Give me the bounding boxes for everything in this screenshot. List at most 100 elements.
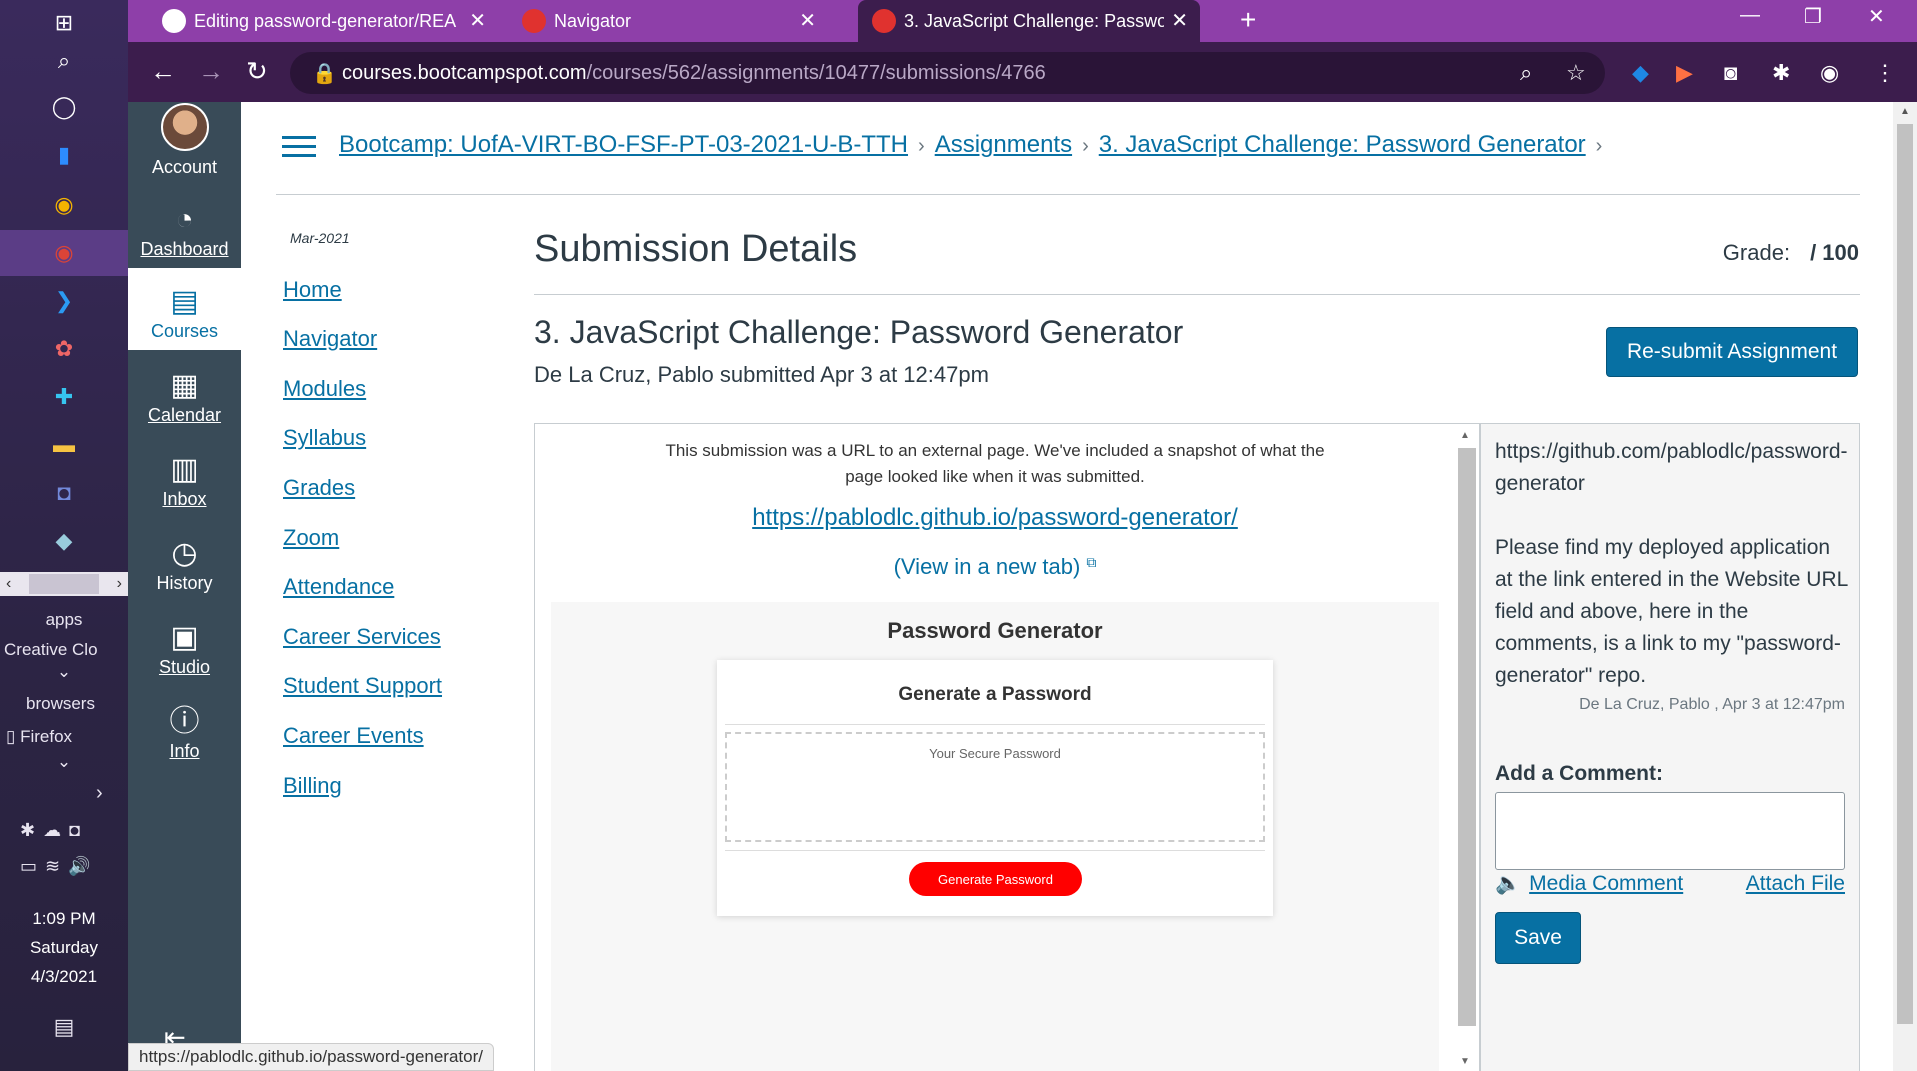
- taskbar-scrollbar[interactable]: ‹ ›: [0, 572, 128, 596]
- discord-icon[interactable]: ◘: [0, 470, 128, 516]
- taskbar-clock[interactable]: 1:09 PM Saturday 4/3/2021: [0, 904, 128, 991]
- submission-preview: This submission was a URL to an external…: [534, 423, 1480, 1071]
- close-icon[interactable]: ✕: [469, 8, 486, 33]
- course-nav-career-events[interactable]: Career Events: [283, 723, 424, 749]
- breadcrumb-course[interactable]: Bootcamp: UofA-VIRT-BO-FSF-PT-03-2021-U-…: [339, 131, 908, 158]
- canvas-icon: [872, 9, 896, 33]
- extension-gem-icon[interactable]: ◆: [1632, 60, 1649, 86]
- scroll-thumb[interactable]: [29, 574, 99, 594]
- scroll-up-icon[interactable]: ▲: [1460, 430, 1470, 441]
- cortana-icon[interactable]: ◯: [0, 84, 128, 130]
- search-icon[interactable]: ⌕: [0, 38, 128, 84]
- chrome-active-icon[interactable]: ◉: [0, 230, 128, 276]
- chevron-down-icon[interactable]: ⌄: [0, 752, 128, 772]
- tab-label: Navigator: [554, 10, 632, 31]
- global-nav-courses[interactable]: ▤ Courses: [128, 268, 241, 350]
- save-comment-button[interactable]: Save: [1495, 912, 1581, 964]
- chrome-icon[interactable]: ◉: [0, 182, 128, 228]
- close-icon[interactable]: ✕: [1171, 8, 1188, 33]
- new-tab-row: (View in a new tab) ⧉: [535, 554, 1455, 580]
- slack-icon[interactable]: ✚: [0, 374, 128, 420]
- course-nav-modules[interactable]: Modules: [283, 376, 366, 402]
- chevron-right-icon: ›: [1082, 135, 1089, 157]
- tab-active-assignment[interactable]: 3. JavaScript Challenge: Passwor ✕: [858, 0, 1200, 42]
- resubmit-button[interactable]: Re-submit Assignment: [1606, 327, 1858, 377]
- app-icon-blue[interactable]: ▮: [0, 132, 128, 178]
- extensions-puzzle-icon[interactable]: ✱: [1772, 60, 1790, 86]
- firefox-item[interactable]: ▯ Firefox: [6, 727, 134, 747]
- extension-video-icon[interactable]: ▶: [1676, 60, 1693, 86]
- page-scrollbar[interactable]: ▲: [1893, 102, 1917, 1071]
- notifications-icon[interactable]: ▤: [0, 1014, 128, 1040]
- breadcrumb-assignments[interactable]: Assignments: [935, 131, 1072, 158]
- course-nav-student-support[interactable]: Student Support: [283, 673, 442, 699]
- course-nav-grades[interactable]: Grades: [283, 475, 355, 501]
- restore-icon[interactable]: ❐: [1804, 4, 1822, 29]
- chevron-down-icon[interactable]: ⌄: [0, 662, 128, 682]
- back-icon[interactable]: ←: [150, 56, 176, 87]
- menu-kebab-icon[interactable]: ⋮: [1874, 60, 1896, 86]
- speaker-icon: 🔈: [1495, 872, 1522, 895]
- course-menu-toggle[interactable]: [282, 136, 316, 158]
- view-new-tab-link[interactable]: (View in a new tab): [894, 554, 1081, 579]
- preview-scrollbar[interactable]: ▲ ▼: [1456, 430, 1478, 1071]
- media-comment-link[interactable]: Media Comment: [1529, 872, 1683, 895]
- password-textarea[interactable]: Your Secure Password: [725, 732, 1265, 842]
- scroll-down-icon[interactable]: ▼: [1460, 1056, 1470, 1067]
- profile-avatar-icon[interactable]: ◉: [1820, 60, 1839, 86]
- new-tab-icon[interactable]: +: [1240, 4, 1256, 36]
- course-nav-career-services[interactable]: Career Services: [283, 624, 441, 650]
- password-placeholder: Your Secure Password: [929, 746, 1061, 761]
- global-nav-studio[interactable]: ▣ Studio: [128, 604, 241, 686]
- scroll-left-icon[interactable]: ‹: [6, 575, 11, 593]
- course-nav-home[interactable]: Home: [283, 277, 342, 303]
- app-icon-pink[interactable]: ✿: [0, 326, 128, 372]
- global-nav-info[interactable]: ⓘ Info: [128, 688, 241, 770]
- submission-url-link[interactable]: https://pablodlc.github.io/password-gene…: [752, 504, 1238, 531]
- zoom-icon[interactable]: ⌕: [1520, 60, 1532, 86]
- file-explorer-icon[interactable]: ▬: [0, 422, 128, 468]
- lock-icon[interactable]: 🔒: [312, 61, 337, 86]
- bookmark-star-icon[interactable]: ☆: [1566, 60, 1586, 86]
- attach-file-link[interactable]: Attach File: [1746, 872, 1845, 896]
- tab-navigator[interactable]: Navigator ✕: [508, 0, 828, 42]
- course-term: Mar-2021: [290, 230, 350, 246]
- reload-icon[interactable]: ↻: [246, 56, 268, 87]
- course-nav-navigator[interactable]: Navigator: [283, 326, 377, 352]
- course-nav-zoom[interactable]: Zoom: [283, 525, 339, 551]
- assignment-title: 3. JavaScript Challenge: Password Genera…: [534, 314, 1184, 350]
- url-text[interactable]: courses.bootcampspot.com/courses/562/ass…: [342, 62, 1046, 85]
- course-nav-attendance[interactable]: Attendance: [283, 574, 394, 600]
- app-icon-light[interactable]: ◆: [0, 518, 128, 564]
- global-nav-dashboard[interactable]: ◔ Dashboard: [128, 186, 241, 268]
- forward-icon[interactable]: →: [198, 56, 224, 87]
- generate-password-button[interactable]: Generate Password: [909, 862, 1082, 896]
- global-nav-account[interactable]: Account: [128, 102, 241, 186]
- clock-date: 4/3/2021: [30, 967, 98, 986]
- close-icon[interactable]: ✕: [799, 8, 816, 33]
- address-bar[interactable]: 🔒 courses.bootcampspot.com/courses/562/a…: [290, 52, 1605, 94]
- creative-cloud-item[interactable]: Creative Clo: [4, 640, 132, 658]
- browser-tab-bar: Editing password-generator/REA ✕ Navigat…: [128, 0, 1917, 42]
- page-scroll-thumb[interactable]: [1897, 124, 1913, 1024]
- global-nav-inbox[interactable]: ▥ Inbox: [128, 436, 241, 518]
- notice-line-1: This submission was a URL to an external…: [665, 441, 1325, 460]
- minimize-icon[interactable]: —: [1740, 4, 1760, 27]
- course-nav-syllabus[interactable]: Syllabus: [283, 425, 366, 451]
- global-nav-calendar[interactable]: ▦ Calendar: [128, 352, 241, 434]
- extension-camera-icon[interactable]: ◙: [1724, 60, 1737, 86]
- vscode-icon[interactable]: ❯: [0, 278, 128, 324]
- scroll-right-icon[interactable]: ›: [117, 575, 122, 593]
- history-label: History: [156, 573, 213, 593]
- tab-github[interactable]: Editing password-generator/REA ✕: [148, 0, 498, 42]
- tab-label: 3. JavaScript Challenge: Passwor: [904, 10, 1164, 31]
- course-nav-billing[interactable]: Billing: [283, 773, 342, 799]
- window-close-icon[interactable]: ✕: [1868, 4, 1885, 29]
- dashboard-label: Dashboard: [140, 239, 229, 259]
- preview-notice: This submission was a URL to an external…: [535, 438, 1455, 490]
- scroll-up-icon[interactable]: ▲: [1900, 106, 1910, 117]
- global-nav-history[interactable]: ◷ History: [128, 520, 241, 602]
- preview-scroll-thumb[interactable]: [1458, 448, 1476, 1026]
- comment-input[interactable]: [1495, 792, 1845, 870]
- breadcrumb-assignment[interactable]: 3. JavaScript Challenge: Password Genera…: [1099, 131, 1586, 158]
